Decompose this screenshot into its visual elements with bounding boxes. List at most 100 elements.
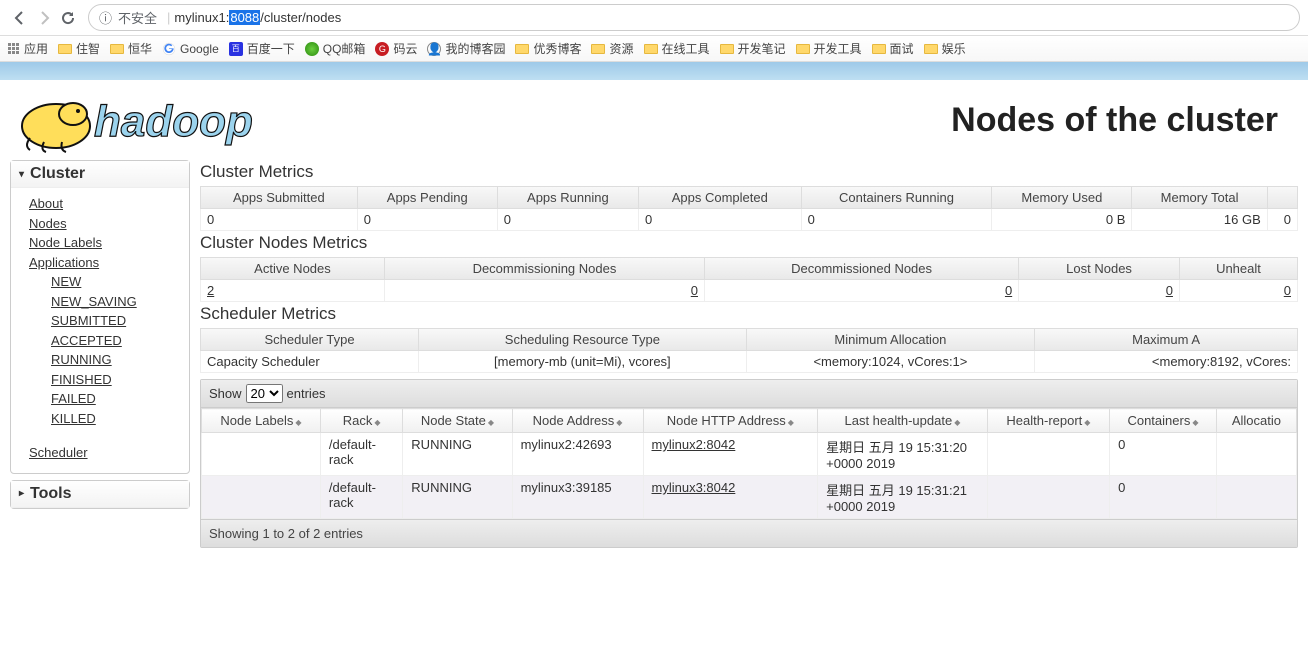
bookmark-item[interactable]: G码云	[375, 40, 417, 57]
sort-icon: ◆	[488, 418, 494, 427]
node-http-link[interactable]: mylinux3:8042	[652, 480, 736, 495]
th[interactable]: Apps Pending	[358, 186, 498, 209]
nav-link-app-finished[interactable]: FINISHED	[51, 370, 181, 390]
th-http[interactable]: Node HTTP Address◆	[643, 409, 818, 433]
bookmark-item[interactable]: 住智	[58, 40, 100, 57]
insecure-label: 不安全	[118, 8, 157, 27]
main-content: Cluster Metrics Apps Submitted Apps Pend…	[200, 160, 1298, 548]
nav-link-app-failed[interactable]: FAILED	[51, 389, 181, 409]
back-button[interactable]	[8, 6, 32, 30]
section-title-cluster-metrics: Cluster Metrics	[200, 162, 1298, 182]
th[interactable]: Scheduling Resource Type	[419, 328, 747, 351]
th[interactable]: Memory Used	[992, 186, 1132, 209]
url-bar[interactable]: ⓘ 不安全 | mylinux1:8088/cluster/nodes	[88, 4, 1300, 31]
lost-nodes-link[interactable]: 0	[1166, 283, 1173, 298]
td: 2	[200, 280, 385, 302]
sidebar: ▾Cluster About Nodes Node Labels Applica…	[10, 160, 190, 515]
th[interactable]: Containers Running	[802, 186, 993, 209]
nav-link-app-submitted[interactable]: SUBMITTED	[51, 311, 181, 331]
reload-button[interactable]	[56, 6, 80, 30]
nav-link-app-new[interactable]: NEW	[51, 272, 181, 292]
td: 0	[639, 209, 802, 231]
nav-link-scheduler[interactable]: Scheduler	[29, 443, 181, 463]
active-nodes-link[interactable]: 2	[207, 283, 214, 298]
nav-link-applications[interactable]: Applications	[29, 253, 181, 273]
nav-head-tools[interactable]: ▸Tools	[11, 481, 189, 508]
hadoop-logo[interactable]: hadoop	[10, 86, 310, 154]
svg-text:hadoop: hadoop	[94, 97, 253, 146]
td	[202, 433, 321, 476]
nodes-datatable: Show 20 entries Node Labels◆ Rack◆ Node …	[200, 379, 1298, 548]
th[interactable]: Apps Running	[498, 186, 639, 209]
th-health-update[interactable]: Last health-update◆	[818, 409, 988, 433]
section-title-nodes-metrics: Cluster Nodes Metrics	[200, 233, 1298, 253]
nav-link-app-killed[interactable]: KILLED	[51, 409, 181, 429]
sort-icon: ◆	[616, 418, 622, 427]
bookmark-item[interactable]: 面试	[872, 40, 914, 57]
node-http-link[interactable]: mylinux2:8042	[652, 437, 736, 452]
td: 0 B	[992, 209, 1132, 231]
bookmark-item[interactable]: 娱乐	[924, 40, 966, 57]
page-title: Nodes of the cluster	[310, 101, 1298, 140]
td: mylinux2:8042	[643, 433, 818, 476]
page-header: hadoop Nodes of the cluster	[0, 80, 1308, 160]
nav-link-nodes[interactable]: Nodes	[29, 214, 181, 234]
bookmark-item[interactable]: 开发笔记	[720, 40, 786, 57]
th[interactable]: Apps Submitted	[200, 186, 358, 209]
th[interactable]: Maximum A	[1035, 328, 1298, 351]
th[interactable]: Memory Total	[1132, 186, 1267, 209]
th[interactable]: Lost Nodes	[1019, 257, 1180, 280]
bookmark-item[interactable]: Google	[162, 42, 219, 56]
nav-link-about[interactable]: About	[29, 194, 181, 214]
table-row: /default-rack RUNNING mylinux2:42693 myl…	[202, 433, 1297, 476]
th[interactable]: Decommissioned Nodes	[705, 257, 1019, 280]
td: RUNNING	[403, 476, 512, 519]
th-health-report[interactable]: Health-report◆	[987, 409, 1109, 433]
bookmark-item[interactable]: QQ邮箱	[305, 40, 366, 57]
page-size-select[interactable]: 20	[246, 384, 283, 403]
td: 0	[1110, 433, 1217, 476]
nav-link-app-running[interactable]: RUNNING	[51, 350, 181, 370]
bookmarks-bar: 应用 住智 恒华 Google 百百度一下 QQ邮箱 G码云 👤我的博客园 优秀…	[0, 36, 1308, 62]
th-rack[interactable]: Rack◆	[320, 409, 402, 433]
td	[202, 476, 321, 519]
bookmark-item[interactable]: 👤我的博客园	[427, 40, 505, 57]
th[interactable]	[1268, 186, 1298, 209]
bookmark-item[interactable]: 资源	[591, 40, 633, 57]
td: 0	[385, 280, 705, 302]
sort-icon: ◆	[1192, 418, 1198, 427]
th[interactable]: Scheduler Type	[200, 328, 419, 351]
cluster-metrics-table: Apps Submitted Apps Pending Apps Running…	[200, 186, 1298, 231]
td	[1216, 433, 1296, 476]
bookmark-item[interactable]: 在线工具	[644, 40, 710, 57]
bookmark-item[interactable]: 恒华	[110, 40, 152, 57]
nodes-metrics-table: Active Nodes Decommissioning Nodes Decom…	[200, 257, 1298, 302]
apps-shortcut[interactable]: 应用	[8, 40, 48, 57]
th-allocation[interactable]: Allocatio	[1216, 409, 1296, 433]
th[interactable]: Apps Completed	[639, 186, 802, 209]
unhealthy-nodes-link[interactable]: 0	[1284, 283, 1291, 298]
th[interactable]: Minimum Allocation	[747, 328, 1035, 351]
bookmark-item[interactable]: 百百度一下	[229, 40, 295, 57]
decom-nodes-link[interactable]: 0	[691, 283, 698, 298]
decommed-nodes-link[interactable]: 0	[1005, 283, 1012, 298]
th[interactable]: Active Nodes	[200, 257, 385, 280]
bookmark-item[interactable]: 优秀博客	[515, 40, 581, 57]
th-state[interactable]: Node State◆	[403, 409, 512, 433]
nav-head-cluster[interactable]: ▾Cluster	[11, 161, 189, 188]
entries-label: entries	[287, 386, 326, 401]
td: <memory:8192, vCores:	[1035, 351, 1298, 373]
sort-icon: ◆	[374, 418, 380, 427]
bookmark-item[interactable]: 开发工具	[796, 40, 862, 57]
th-address[interactable]: Node Address◆	[512, 409, 643, 433]
nav-link-node-labels[interactable]: Node Labels	[29, 233, 181, 253]
th[interactable]: Decommissioning Nodes	[385, 257, 705, 280]
th[interactable]: Unhealt	[1180, 257, 1298, 280]
th-node-labels[interactable]: Node Labels◆	[202, 409, 321, 433]
nav-link-app-accepted[interactable]: ACCEPTED	[51, 331, 181, 351]
caret-right-icon: ▸	[19, 488, 24, 499]
forward-button[interactable]	[32, 6, 56, 30]
td	[987, 476, 1109, 519]
th-containers[interactable]: Containers◆	[1110, 409, 1217, 433]
nav-link-app-new-saving[interactable]: NEW_SAVING	[51, 292, 181, 312]
